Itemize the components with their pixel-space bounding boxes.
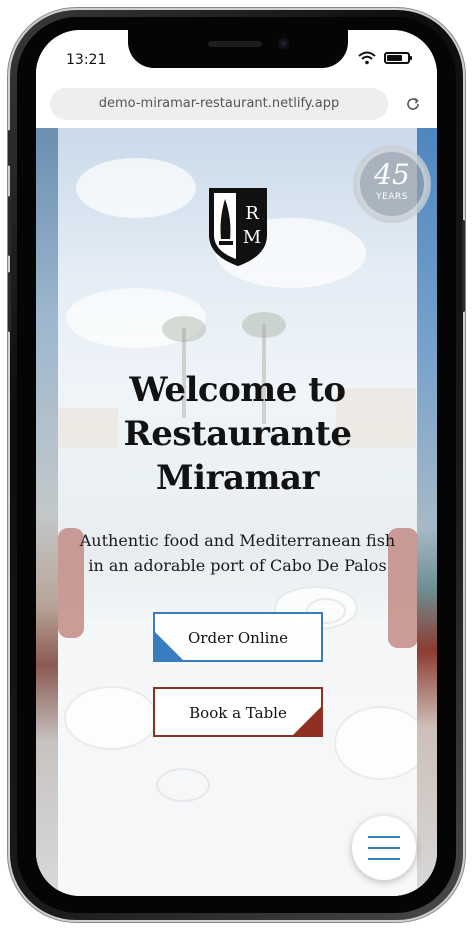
corner-accent [293, 707, 321, 735]
photo-edge-left [36, 128, 58, 896]
phone-screen: 13:21 demo-miramar-restaurant.netlify.ap… [36, 30, 437, 896]
subtitle-line: Authentic food and Mediterranean fish [79, 531, 396, 550]
order-online-label: Order Online [188, 629, 288, 647]
hamburger-line [368, 847, 400, 849]
badge-label: YEARS [376, 192, 408, 202]
title-line: Welcome to [129, 370, 346, 410]
reload-icon[interactable] [404, 95, 422, 113]
menu-button[interactable] [352, 816, 416, 880]
hamburger-line [368, 836, 400, 838]
book-table-button[interactable]: Book a Table [153, 687, 323, 737]
webpage-hero: 45 YEARS R M Welcome to Restaurante Mira… [36, 128, 437, 896]
speaker-grille [208, 41, 262, 47]
battery-icon [384, 52, 412, 64]
volume-up-button [8, 196, 11, 256]
page-subtitle: Authentic food and Mediterranean fish in… [58, 528, 417, 578]
page-title: Welcome to Restaurante Miramar [58, 368, 417, 500]
status-time: 13:21 [66, 52, 107, 68]
title-line: Miramar [156, 458, 319, 498]
status-bar: 13:21 [36, 30, 437, 82]
order-online-button[interactable]: Order Online [153, 612, 323, 662]
subtitle-line: in an adorable port of Cabo De Palos [88, 556, 387, 575]
book-table-label: Book a Table [189, 704, 287, 722]
badge-number: 45 [374, 158, 410, 191]
silent-switch [8, 130, 11, 166]
title-line: Restaurante [123, 414, 352, 454]
photo-edge-right [417, 128, 437, 896]
anniversary-badge: 45 YEARS [356, 148, 428, 220]
hamburger-line [368, 858, 400, 860]
browser-address-bar: demo-miramar-restaurant.netlify.app [36, 82, 437, 128]
notch [128, 30, 348, 68]
power-button [462, 220, 465, 312]
logo-letter-m: M [243, 227, 261, 248]
volume-down-button [8, 272, 11, 332]
url-field[interactable]: demo-miramar-restaurant.netlify.app [50, 88, 388, 120]
corner-accent [155, 632, 183, 660]
wifi-icon [358, 51, 376, 65]
restaurant-logo: R M [209, 188, 267, 267]
front-camera [278, 38, 289, 49]
logo-letter-r: R [245, 203, 259, 224]
